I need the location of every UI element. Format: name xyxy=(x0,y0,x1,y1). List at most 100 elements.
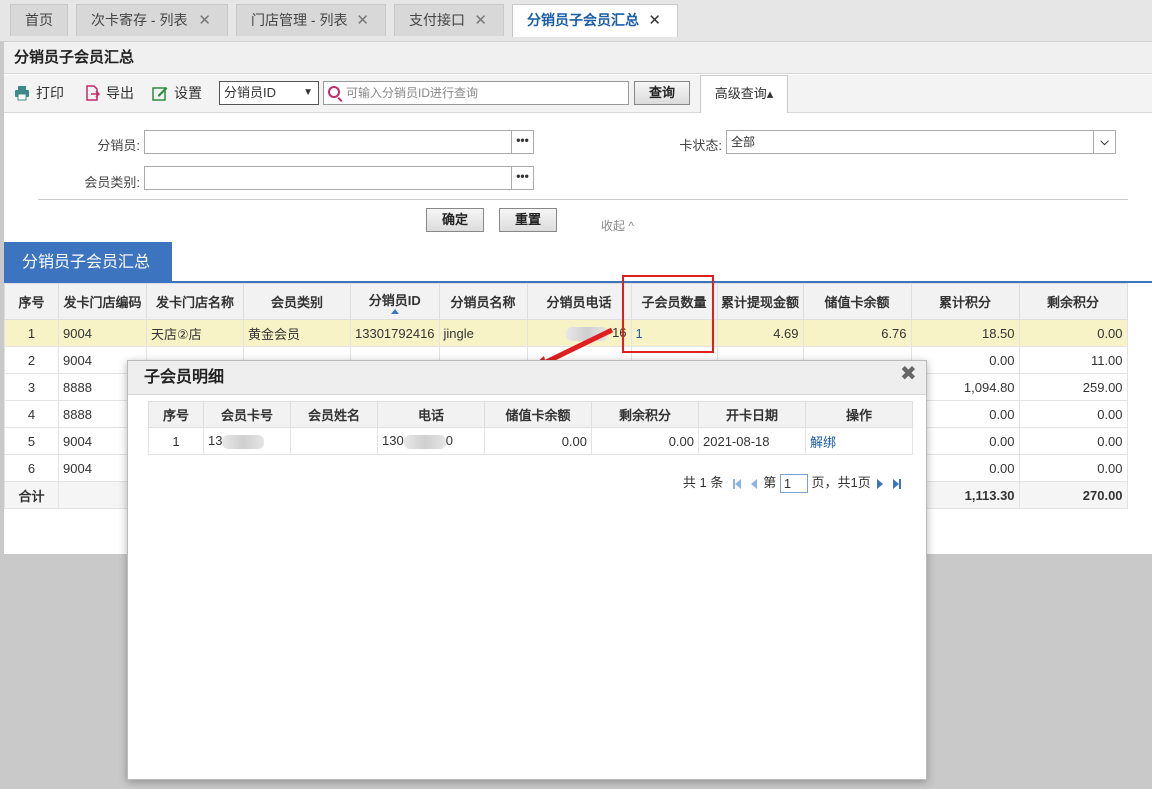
close-icon[interactable]: ✕ xyxy=(474,5,487,36)
total-count: 共 1 条 xyxy=(682,475,724,490)
cell-phone: 16 xyxy=(526,319,632,347)
tab-distributor-summary[interactable]: 分销员子会员汇总 ✕ xyxy=(512,4,678,37)
phone-suffix: 0 xyxy=(445,433,453,449)
col-header[interactable]: 剩余积分 xyxy=(591,401,699,428)
export-label: 导出 xyxy=(106,85,134,101)
cell: 0.00 xyxy=(910,346,1020,374)
tab-label: 次卡寄存 - 列表 xyxy=(91,12,188,28)
total-points: 1,113.30 xyxy=(910,481,1020,509)
tab-label: 支付接口 xyxy=(409,12,465,28)
distributor-label: 分销员: xyxy=(97,138,140,153)
next-page-icon[interactable] xyxy=(877,478,884,489)
print-label: 打印 xyxy=(36,85,64,101)
chevron-down-icon: ▼ xyxy=(303,87,313,98)
col-header[interactable]: 发卡门店名称 xyxy=(146,283,244,320)
export-icon xyxy=(86,85,100,101)
table-row[interactable]: 1 9004 天店②店 黄金会员 13301792416 jingle 16 1… xyxy=(4,319,1128,347)
collapse-link[interactable]: 收起 ^ xyxy=(601,217,634,234)
col-header[interactable]: 储值卡余额 xyxy=(484,401,592,428)
col-header[interactable]: 会员类别 xyxy=(243,283,351,320)
page-number-input[interactable]: 1 xyxy=(779,474,808,494)
more-icon[interactable]: ••• xyxy=(511,167,533,189)
table-header-row: 序号 会员卡号 会员姓名 电话 储值卡余额 剩余积分 开卡日期 操作 xyxy=(148,401,913,428)
settings-button[interactable]: 设置 xyxy=(152,75,202,111)
cell: 18.50 xyxy=(910,319,1020,347)
close-icon[interactable]: ✕ xyxy=(648,5,661,36)
col-header[interactable]: 分销员电话 xyxy=(526,283,632,320)
advanced-query-toggle[interactable]: 高级查询▴ xyxy=(700,75,788,113)
col-header[interactable]: 分销员名称 xyxy=(438,283,528,320)
cell: 黄金会员 xyxy=(243,319,351,347)
page-prefix: 第 xyxy=(763,475,777,490)
col-header[interactable]: 发卡门店编码 xyxy=(58,283,147,320)
prev-page-icon[interactable] xyxy=(750,478,757,489)
unbind-link[interactable]: 解绑 xyxy=(805,427,913,455)
redacted-mark xyxy=(403,434,446,449)
member-type-field[interactable]: ••• xyxy=(144,166,534,190)
col-header[interactable]: 操作 xyxy=(805,401,913,428)
tab-label: 分销员子会员汇总 xyxy=(527,12,639,28)
section-title: 分销员子会员汇总 xyxy=(4,242,172,282)
confirm-button[interactable]: 确定 xyxy=(426,208,484,232)
search-placeholder: 可输入分销员ID进行查询 xyxy=(346,86,479,100)
card-status-value: 全部 xyxy=(731,135,756,149)
col-header[interactable]: 累计提现金额 xyxy=(716,283,804,320)
cell: 0.00 xyxy=(591,427,699,455)
total-remaining: 270.00 xyxy=(1018,481,1128,509)
cell-phone: 130 0 xyxy=(377,427,485,455)
cell: 1 xyxy=(4,319,59,347)
tab-payment-interface[interactable]: 支付接口 ✕ xyxy=(394,4,504,36)
tab-bar: 首页 次卡寄存 - 列表 ✕ 门店管理 - 列表 ✕ 支付接口 ✕ 分销员子会员… xyxy=(0,0,1152,42)
reset-button[interactable]: 重置 xyxy=(499,208,557,232)
printer-icon xyxy=(15,86,29,101)
distributor-field[interactable]: ••• xyxy=(144,130,534,154)
tab-label: 门店管理 - 列表 xyxy=(251,12,348,28)
col-header[interactable]: 剩余积分 xyxy=(1018,283,1128,320)
cell: 0.00 xyxy=(484,427,592,455)
chevron-down-icon: ⌵ xyxy=(1093,131,1115,153)
col-header[interactable]: 开卡日期 xyxy=(698,401,806,428)
edit-icon xyxy=(152,87,168,101)
card-prefix: 13 xyxy=(208,433,223,449)
cell: 0.00 xyxy=(1018,400,1128,428)
cell: 259.00 xyxy=(1018,373,1128,401)
tab-card-storage[interactable]: 次卡寄存 - 列表 ✕ xyxy=(76,4,228,36)
col-header[interactable]: 序号 xyxy=(4,283,59,320)
col-header[interactable]: 电话 xyxy=(377,401,485,428)
close-icon[interactable]: ✕ xyxy=(356,5,369,36)
col-header[interactable]: 储值卡余额 xyxy=(802,283,912,320)
export-button[interactable]: 导出 xyxy=(84,75,134,111)
col-header[interactable]: 会员卡号 xyxy=(203,401,291,428)
cell: 0.00 xyxy=(910,427,1020,455)
first-page-icon[interactable] xyxy=(735,478,741,489)
cell: jingle xyxy=(438,319,528,347)
cell: 4 xyxy=(4,400,59,428)
close-icon[interactable]: ✕ xyxy=(198,5,211,36)
toolbar: 打印 导出 设置 分销员ID ▼ 可输入分销员ID进行查询 查询 高级查询▴ xyxy=(4,75,1152,113)
cell: 0.00 xyxy=(1018,454,1128,482)
search-icon xyxy=(328,86,340,98)
print-button[interactable]: 打印 xyxy=(14,75,64,111)
col-header[interactable]: 累计积分 xyxy=(910,283,1020,320)
search-field-select[interactable]: 分销员ID ▼ xyxy=(219,81,319,105)
highlight-box xyxy=(622,275,714,353)
col-header[interactable]: 序号 xyxy=(148,401,204,428)
col-header[interactable]: 会员姓名 xyxy=(290,401,378,428)
divider xyxy=(38,199,1128,200)
more-icon[interactable]: ••• xyxy=(511,131,533,153)
card-status-select[interactable]: 全部 ⌵ xyxy=(726,130,1116,154)
close-icon[interactable]: ✖ xyxy=(900,364,918,384)
cell: 1 xyxy=(148,427,204,455)
cell: 0.00 xyxy=(1018,319,1128,347)
tab-home[interactable]: 首页 xyxy=(10,4,68,36)
member-type-label: 会员类别: xyxy=(84,175,140,190)
table-row[interactable]: 1 13 130 0 0.00 0.00 2021-08-18 解绑 xyxy=(148,427,913,455)
cell: 0.00 xyxy=(1018,427,1128,455)
last-page-icon[interactable] xyxy=(893,478,899,489)
tab-store-management[interactable]: 门店管理 - 列表 ✕ xyxy=(236,4,386,36)
detail-table: 序号 会员卡号 会员姓名 电话 储值卡余额 剩余积分 开卡日期 操作 1 13 … xyxy=(148,401,913,455)
col-header-sorted[interactable]: 分销员ID xyxy=(350,283,440,320)
query-button[interactable]: 查询 xyxy=(634,81,690,105)
search-input[interactable]: 可输入分销员ID进行查询 xyxy=(323,81,629,105)
page-title: 分销员子会员汇总 xyxy=(4,42,1152,74)
